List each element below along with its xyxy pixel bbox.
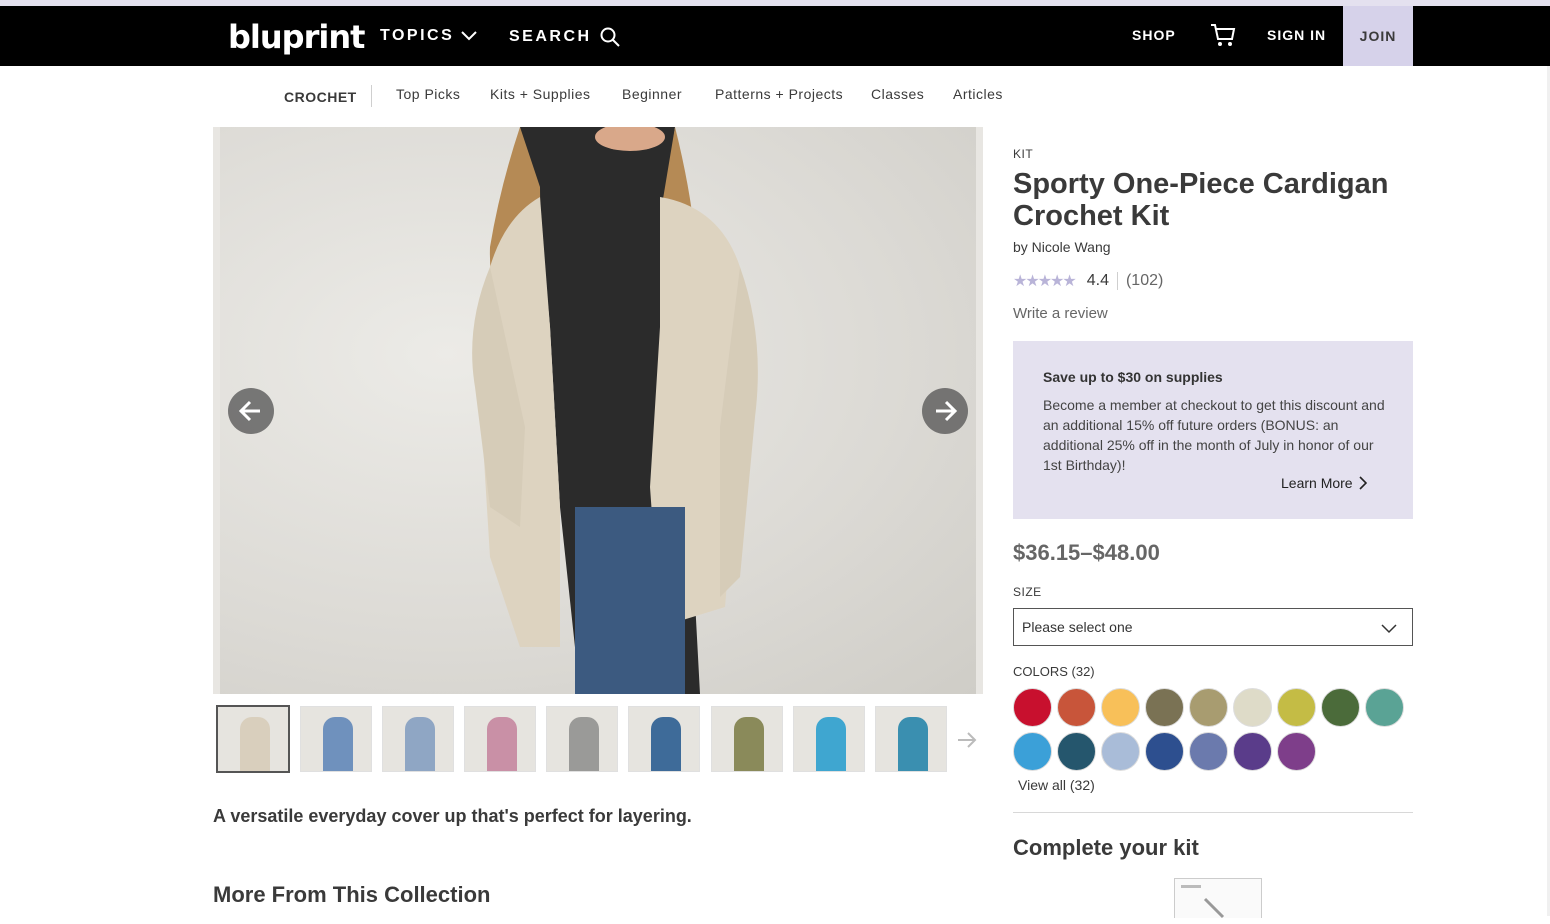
search-label: SEARCH xyxy=(509,28,592,45)
product-author[interactable]: by Nicole Wang xyxy=(1013,239,1111,255)
subnav-beginner[interactable]: Beginner xyxy=(622,86,682,102)
thumbnail-next-button[interactable] xyxy=(955,728,979,757)
learn-more-link[interactable]: Learn More xyxy=(1281,475,1367,491)
product-price: $36.15–$48.00 xyxy=(1013,540,1160,565)
thumbnail-9[interactable] xyxy=(875,706,947,772)
subnav-kits-supplies[interactable]: Kits + Supplies xyxy=(490,86,591,102)
color-swatch[interactable] xyxy=(1057,732,1096,771)
color-swatches xyxy=(1013,688,1433,772)
arrow-right-icon xyxy=(958,732,977,748)
size-select[interactable]: Please select one xyxy=(1013,608,1413,646)
subnav-articles[interactable]: Articles xyxy=(953,86,1003,102)
thumbnail-figure xyxy=(569,717,599,771)
colors-label: COLORS (32) xyxy=(1013,664,1095,679)
color-swatch[interactable] xyxy=(1233,688,1272,727)
subnav-patterns-projects[interactable]: Patterns + Projects xyxy=(715,86,843,102)
topics-menu[interactable]: TOPICS xyxy=(380,27,478,45)
join-button[interactable]: JOIN xyxy=(1343,6,1413,66)
promo-body: Become a member at checkout to get this … xyxy=(1043,397,1385,473)
subnav-top-picks[interactable]: Top Picks xyxy=(396,86,460,102)
thumbnail-4[interactable] xyxy=(464,706,536,772)
color-swatch[interactable] xyxy=(1321,688,1360,727)
thumbnail-1[interactable] xyxy=(216,705,290,773)
color-swatch[interactable] xyxy=(1145,688,1184,727)
complete-kit-heading: Complete your kit xyxy=(1013,835,1199,860)
color-swatch[interactable] xyxy=(1057,688,1096,727)
topics-label: TOPICS xyxy=(380,27,455,44)
learn-more-label: Learn More xyxy=(1281,475,1353,491)
chevron-down-icon xyxy=(1381,624,1397,634)
thumbnail-figure xyxy=(651,717,681,771)
product-tagline: A versatile everyday cover up that's per… xyxy=(213,806,692,826)
thumbnail-8[interactable] xyxy=(793,706,865,772)
product-title: Sporty One-Piece Cardigan Crochet Kit xyxy=(1013,168,1389,232)
subnav-classes[interactable]: Classes xyxy=(871,86,924,102)
thumbnail-5[interactable] xyxy=(546,706,618,772)
thumbnail-figure xyxy=(487,717,517,771)
review-count: (102) xyxy=(1125,272,1164,289)
thumbnail-figure xyxy=(240,717,270,771)
membership-promo-box: Save up to $30 on supplies Become a memb… xyxy=(1013,341,1413,519)
sign-in-link[interactable]: SIGN IN xyxy=(1267,27,1326,43)
rating-divider xyxy=(1116,272,1118,290)
color-swatch[interactable] xyxy=(1101,732,1140,771)
color-swatch[interactable] xyxy=(1233,732,1272,771)
subnav-divider xyxy=(371,85,372,107)
thumbnail-figure xyxy=(816,717,846,771)
product-rating[interactable]: ★★★★★ 4.4 (102) xyxy=(1013,271,1163,291)
color-swatch[interactable] xyxy=(1013,732,1052,771)
kit-item-thumbnail[interactable] xyxy=(1174,878,1262,919)
chevron-down-icon xyxy=(461,31,477,41)
thumbnail-figure xyxy=(898,717,928,771)
promo-heading: Save up to $30 on supplies xyxy=(1043,369,1223,385)
color-swatch[interactable] xyxy=(1277,732,1316,771)
thumbnail-strip xyxy=(216,705,987,774)
product-main-image[interactable] xyxy=(213,127,983,694)
thumbnail-3[interactable] xyxy=(382,706,454,772)
star-rating-icon: ★★★★★ xyxy=(1013,273,1077,290)
search-icon xyxy=(600,27,620,47)
color-swatch[interactable] xyxy=(1365,688,1404,727)
more-from-collection-heading: More From This Collection xyxy=(213,882,491,907)
thumbnail-7[interactable] xyxy=(711,706,783,772)
cart-icon[interactable] xyxy=(1210,22,1236,53)
color-swatch[interactable] xyxy=(1145,732,1184,771)
thumbnail-6[interactable] xyxy=(628,706,700,772)
category-label[interactable]: CROCHET xyxy=(284,89,357,105)
next-image-button[interactable] xyxy=(922,388,968,434)
section-divider xyxy=(1013,812,1413,813)
size-label: SIZE xyxy=(1013,585,1042,599)
thumbnail-2[interactable] xyxy=(300,706,372,772)
thumbnail-figure xyxy=(734,717,764,771)
top-navigation-bar: bluprint TOPICS SEARCH SHOP SIGN IN JOIN xyxy=(0,6,1550,66)
thumbnail-figure xyxy=(323,717,353,771)
view-all-colors-link[interactable]: View all (32) xyxy=(1018,777,1095,793)
chevron-right-icon xyxy=(1359,476,1367,490)
kit-item-image xyxy=(1181,885,1225,919)
search-button[interactable]: SEARCH xyxy=(509,27,620,47)
color-swatch[interactable] xyxy=(1277,688,1316,727)
shop-link[interactable]: SHOP xyxy=(1132,27,1176,43)
thumbnail-figure xyxy=(405,717,435,771)
previous-image-button[interactable] xyxy=(228,388,274,434)
arrow-left-icon xyxy=(238,400,260,422)
size-select-value: Please select one xyxy=(1022,619,1133,635)
bluprint-logo[interactable]: bluprint xyxy=(228,18,365,56)
rating-value: 4.4 xyxy=(1086,272,1109,289)
arrow-right-icon xyxy=(936,400,958,422)
write-review-link[interactable]: Write a review xyxy=(1013,305,1108,322)
color-swatch[interactable] xyxy=(1101,688,1140,727)
model-wearing-cardigan-image xyxy=(472,127,758,694)
color-swatch[interactable] xyxy=(1189,688,1228,727)
color-swatch[interactable] xyxy=(1189,732,1228,771)
product-type-label: KIT xyxy=(1013,147,1034,161)
color-swatch[interactable] xyxy=(1013,688,1052,727)
